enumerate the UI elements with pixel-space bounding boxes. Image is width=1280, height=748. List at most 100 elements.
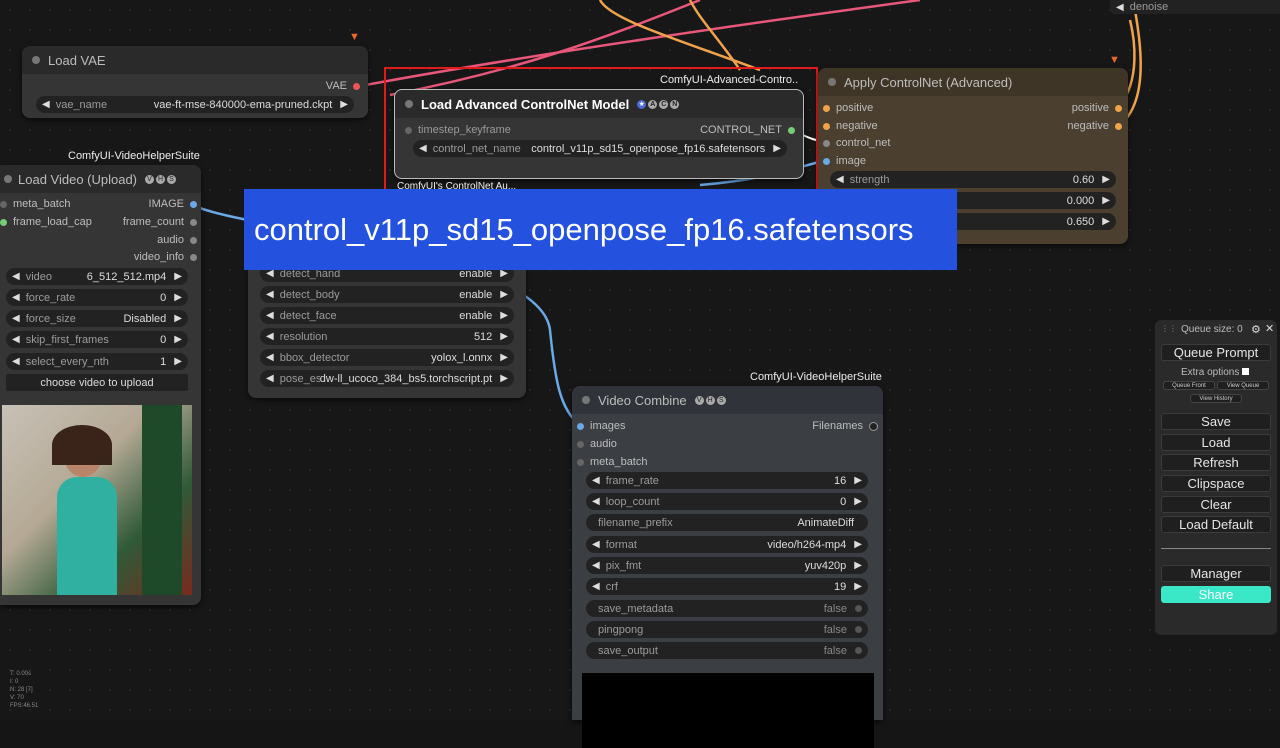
detect-body-widget[interactable]: ◀ detect_body enable ▶ (260, 286, 514, 303)
settings-gear-icon[interactable]: ⚙ (1251, 323, 1261, 336)
collapse-dot[interactable] (582, 396, 590, 404)
view-queue-button[interactable]: View Queue (1217, 381, 1269, 390)
format-widget[interactable]: ◀ format video/h264-mp4 ▶ (586, 536, 868, 553)
load-video-title-bar[interactable]: Load Video (Upload) VHS (0, 165, 201, 193)
output-dot[interactable] (788, 126, 795, 134)
output-dot[interactable] (190, 218, 197, 226)
arrow-right-icon[interactable]: ▶ (1102, 195, 1110, 206)
collapse-dot[interactable] (828, 78, 836, 86)
output-negative[interactable]: negative (1067, 120, 1122, 132)
arrow-right-icon[interactable]: ▶ (500, 352, 508, 363)
arrow-left-icon[interactable]: ◀ (12, 356, 20, 367)
load-vae-title-bar[interactable]: Load VAE (22, 46, 368, 74)
input-images[interactable]: images (577, 420, 625, 432)
apply-controlnet-title-bar[interactable]: Apply ControlNet (Advanced) (818, 68, 1128, 96)
arrow-right-icon[interactable]: ▶ (340, 99, 348, 110)
queue-front-button[interactable]: Queue Front (1163, 381, 1215, 390)
input-negative[interactable]: negative (823, 120, 878, 132)
control-net-name-widget[interactable]: ◀ control_net_name control_v11p_sd15_ope… (413, 140, 787, 157)
filename-prefix-widget[interactable]: filename_prefix AnimateDiff (586, 514, 868, 531)
collapse-dot[interactable] (4, 175, 12, 183)
input-meta-batch[interactable]: meta_batch (577, 456, 647, 468)
arrow-left-icon[interactable]: ◀ (12, 292, 20, 303)
load-controlnet-node[interactable]: Load Advanced ControlNet Model ★ A C N time… (394, 89, 804, 179)
arrow-right-icon[interactable]: ▶ (773, 143, 781, 154)
strength-widget[interactable]: ◀ strength 0.60 ▶ (830, 171, 1116, 188)
arrow-left-icon[interactable]: ◀ (592, 560, 600, 571)
queue-prompt-button[interactable]: Queue Prompt (1161, 344, 1271, 361)
choose-video-button[interactable]: choose video to upload (6, 374, 188, 391)
output-dot[interactable] (1115, 104, 1122, 112)
vae-name-widget[interactable]: ◀ vae_name vae-ft-mse-840000-ema-pruned.… (36, 96, 354, 113)
manager-button[interactable]: Manager (1161, 565, 1271, 582)
crf-widget[interactable]: ◀ crf 19 ▶ (586, 578, 868, 595)
denoise-widget[interactable]: ◀ denoise (1110, 0, 1280, 14)
input-frame-load-cap[interactable]: frame_load_cap (0, 216, 92, 228)
arrow-left-icon[interactable]: ◀ (592, 475, 600, 486)
output-filenames[interactable]: Filenames (812, 420, 878, 432)
input-dot[interactable] (823, 139, 830, 147)
queue-panel[interactable]: ⋮⋮ Queue size: 0 ⚙ ✕ Queue Prompt Extra … (1155, 320, 1277, 635)
load-button[interactable]: Load (1161, 434, 1271, 451)
save-output-toggle[interactable]: save_output false (586, 642, 868, 659)
close-icon[interactable]: ✕ (1265, 322, 1274, 335)
video-combine-node[interactable]: Video Combine VHS images audio meta_batc… (572, 386, 883, 748)
output-dot[interactable] (1115, 122, 1122, 130)
video-widget[interactable]: ◀ video 6_512_512.mp4 ▶ (6, 268, 188, 285)
arrow-right-icon[interactable]: ▶ (174, 292, 182, 303)
select-every-nth-widget[interactable]: ◀ select_every_nth 1 ▶ (6, 353, 188, 370)
loop-count-widget[interactable]: ◀ loop_count 0 ▶ (586, 493, 868, 510)
arrow-left-icon[interactable]: ◀ (419, 143, 427, 154)
load-default-button[interactable]: Load Default (1161, 516, 1271, 533)
arrow-left-icon[interactable]: ◀ (266, 373, 274, 384)
input-control-net[interactable]: control_net (823, 137, 890, 149)
clipspace-button[interactable]: Clipspace (1161, 475, 1271, 492)
arrow-left-icon[interactable]: ◀ (12, 271, 20, 282)
arrow-left-icon[interactable]: ◀ (266, 352, 274, 363)
collapse-dot[interactable] (405, 100, 413, 108)
output-positive[interactable]: positive (1072, 102, 1122, 114)
view-history-button[interactable]: View History (1190, 394, 1242, 403)
arrow-left-icon[interactable]: ◀ (836, 174, 844, 185)
arrow-right-icon[interactable]: ▶ (500, 373, 508, 384)
output-image[interactable]: IMAGE (149, 198, 197, 210)
timestep-keyframe-input[interactable]: timestep_keyframe (405, 124, 511, 136)
arrow-right-icon[interactable]: ▶ (854, 581, 862, 592)
output-video-info[interactable]: video_info (134, 251, 197, 263)
clear-button[interactable]: Clear (1161, 496, 1271, 513)
input-dot[interactable] (577, 422, 584, 430)
output-dot[interactable] (190, 236, 197, 244)
force-size-widget[interactable]: ◀ force_size Disabled ▶ (6, 310, 188, 327)
arrow-right-icon[interactable]: ▶ (174, 271, 182, 282)
arrow-left-icon[interactable]: ◀ (592, 581, 600, 592)
arrow-right-icon[interactable]: ▶ (174, 313, 182, 324)
save-button[interactable]: Save (1161, 413, 1271, 430)
drag-handle-icon[interactable]: ⋮⋮ (1161, 324, 1177, 333)
force-rate-widget[interactable]: ◀ force_rate 0 ▶ (6, 289, 188, 306)
arrow-right-icon[interactable]: ▶ (500, 310, 508, 321)
skip-first-frames-widget[interactable]: ◀ skip_first_frames 0 ▶ (6, 331, 188, 348)
extra-options-checkbox[interactable] (1242, 368, 1249, 375)
resolution-widget[interactable]: ◀ resolution 512 ▶ (260, 328, 514, 345)
input-dot[interactable] (0, 200, 7, 208)
arrow-right-icon[interactable]: ▶ (1102, 216, 1110, 227)
arrow-left-icon[interactable]: ◀ (592, 496, 600, 507)
input-dot[interactable] (577, 458, 584, 466)
share-button[interactable]: Share (1161, 586, 1271, 603)
output-dot[interactable] (190, 253, 197, 261)
arrow-right-icon[interactable]: ▶ (174, 356, 182, 367)
output-dot[interactable] (353, 82, 360, 90)
input-dot[interactable] (823, 104, 830, 112)
output-audio[interactable]: audio (157, 234, 197, 246)
frame-rate-widget[interactable]: ◀ frame_rate 16 ▶ (586, 472, 868, 489)
arrow-right-icon[interactable]: ▶ (854, 496, 862, 507)
arrow-right-icon[interactable]: ▶ (174, 334, 182, 345)
arrow-left-icon[interactable]: ◀ (12, 313, 20, 324)
pose-estimator-widget[interactable]: ◀ pose_estimatordw-ll_ucoco_384_bs5.torch… (260, 370, 514, 387)
control-net-output[interactable]: CONTROL_NET (700, 124, 795, 136)
refresh-button[interactable]: Refresh (1161, 454, 1271, 471)
arrow-right-icon[interactable]: ▶ (854, 539, 862, 550)
arrow-left-icon[interactable]: ◀ (266, 331, 274, 342)
arrow-left-icon[interactable]: ◀ (12, 334, 20, 345)
input-audio[interactable]: audio (577, 438, 617, 450)
